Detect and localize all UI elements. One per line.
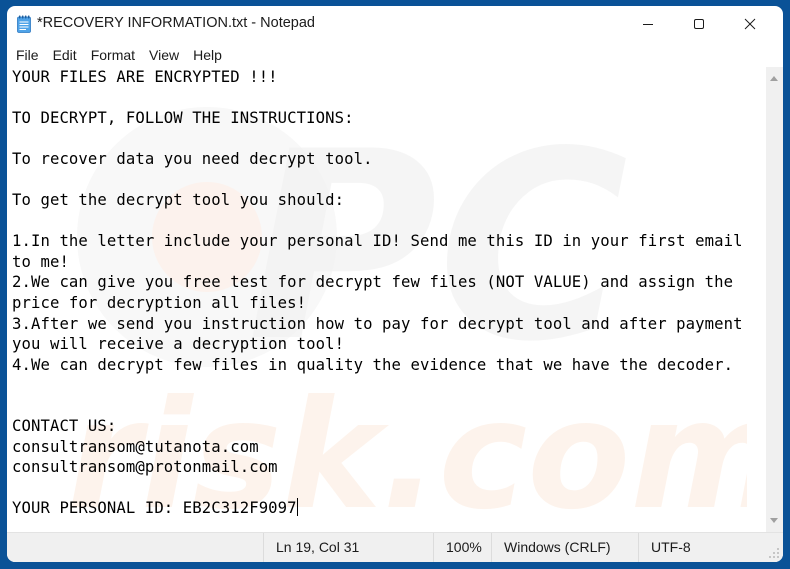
status-bar: Ln 19, Col 31 100% Windows (CRLF) UTF-8 bbox=[7, 532, 783, 562]
text-line: TO DECRYPT, FOLLOW THE INSTRUCTIONS: bbox=[12, 109, 354, 128]
scroll-down-arrow-icon[interactable] bbox=[770, 518, 778, 523]
text-line: To recover data you need decrypt tool. bbox=[12, 150, 373, 169]
line-ending: Windows (CRLF) bbox=[491, 533, 638, 562]
menu-edit[interactable]: Edit bbox=[52, 45, 84, 65]
vertical-scrollbar[interactable] bbox=[766, 67, 783, 532]
encoding: UTF-8 bbox=[638, 533, 766, 562]
scroll-up-arrow-icon[interactable] bbox=[770, 76, 778, 81]
resize-grip-icon[interactable] bbox=[768, 547, 780, 559]
maximize-button[interactable] bbox=[676, 6, 722, 42]
text-line: consultransom@tutanota.com bbox=[12, 437, 259, 456]
menu-view[interactable]: View bbox=[148, 45, 186, 65]
text-line: YOUR PERSONAL ID: EB2C312F9097 bbox=[12, 499, 297, 518]
text-line: you will receive a decryption tool! bbox=[12, 335, 345, 354]
zoom-level: 100% bbox=[433, 533, 491, 562]
menu-help[interactable]: Help bbox=[192, 45, 229, 65]
text-line: CONTACT US: bbox=[12, 417, 117, 436]
text-line: price for decryption all files! bbox=[12, 294, 307, 313]
maximize-icon bbox=[694, 19, 704, 29]
text-caret bbox=[296, 498, 298, 517]
menu-file[interactable]: File bbox=[15, 45, 46, 65]
text-line: To get the decrypt tool you should: bbox=[12, 191, 345, 210]
text-line: to me! bbox=[12, 252, 69, 271]
text-line: 3.After we send you instruction how to p… bbox=[12, 314, 743, 333]
text-line: 4.We can decrypt few files in quality th… bbox=[12, 355, 734, 374]
text-line: YOUR FILES ARE ENCRYPTED !!! bbox=[12, 68, 278, 86]
notepad-window: *RECOVERY INFORMATION.txt - Notepad File… bbox=[7, 6, 783, 562]
cursor-position: Ln 19, Col 31 bbox=[263, 533, 433, 562]
title-bar[interactable]: *RECOVERY INFORMATION.txt - Notepad bbox=[7, 6, 783, 42]
close-icon bbox=[744, 18, 756, 30]
minimize-button[interactable] bbox=[625, 6, 671, 42]
menu-bar: File Edit Format View Help bbox=[7, 42, 783, 68]
text-line: consultransom@protonmail.com bbox=[12, 458, 278, 477]
minimize-icon bbox=[643, 24, 653, 25]
text-line: 2.We can give you free test for decrypt … bbox=[12, 273, 734, 292]
document-text[interactable]: YOUR FILES ARE ENCRYPTED !!! TO DECRYPT,… bbox=[12, 67, 743, 519]
notepad-icon bbox=[17, 15, 31, 33]
menu-format[interactable]: Format bbox=[90, 45, 142, 65]
window-title: *RECOVERY INFORMATION.txt - Notepad bbox=[37, 15, 315, 31]
close-button[interactable] bbox=[727, 6, 773, 42]
text-line: 1.In the letter include your personal ID… bbox=[12, 232, 743, 251]
text-editor[interactable]: PC risk.com YOUR FILES ARE ENCRYPTED !!!… bbox=[7, 67, 766, 532]
